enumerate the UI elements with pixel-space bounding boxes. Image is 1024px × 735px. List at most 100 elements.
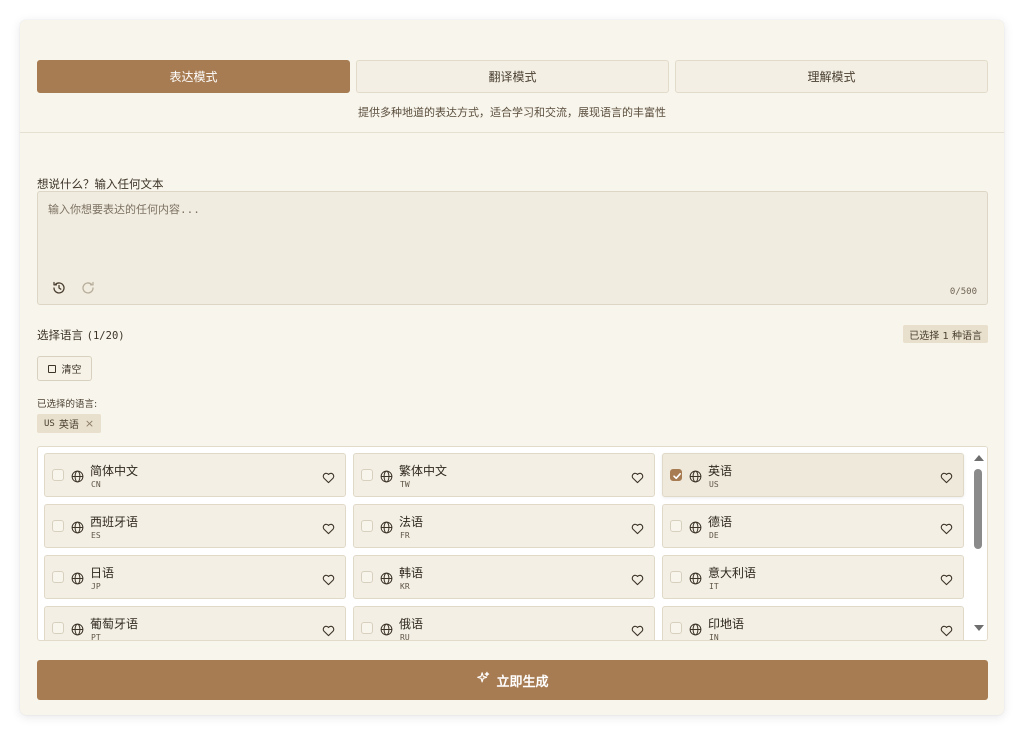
language-card[interactable]: 英语 US: [662, 453, 964, 497]
square-icon: [47, 364, 56, 373]
language-card[interactable]: 德语 DE: [662, 504, 964, 548]
language-checkbox[interactable]: [361, 571, 373, 583]
heart-icon[interactable]: [631, 469, 644, 484]
language-name: 繁体中文: [399, 464, 448, 478]
language-name: 韩语: [399, 566, 424, 580]
language-code: RU: [400, 633, 410, 641]
char-counter: 0/500: [949, 287, 977, 297]
language-checkbox[interactable]: [361, 622, 373, 634]
heart-icon[interactable]: [631, 520, 644, 535]
language-checkbox[interactable]: [52, 571, 64, 583]
language-card[interactable]: 法语 FR: [353, 504, 655, 548]
heart-icon[interactable]: [322, 622, 335, 637]
scroll-up-icon[interactable]: [974, 455, 984, 461]
heart-icon[interactable]: [322, 520, 335, 535]
language-checkbox[interactable]: [670, 469, 682, 481]
language-checkbox[interactable]: [670, 520, 682, 532]
language-name: 英语: [708, 464, 733, 478]
language-checkbox[interactable]: [52, 622, 64, 634]
globe-icon: [380, 621, 393, 636]
scrollbar[interactable]: [970, 447, 987, 640]
generate-button[interactable]: 立即生成: [37, 660, 988, 700]
language-grid: 简体中文 CN 繁体中文 TW 英语 US 西班牙语 ES 法语 FR 德语 DE 日语 JP 韩语 KR 意大…: [44, 453, 966, 641]
input-label: 想说什么？输入任何文本: [37, 177, 164, 191]
generate-button-label: 立即生成: [496, 674, 549, 690]
language-code: IT: [709, 582, 719, 591]
selected-count-badge: 已选择 1 种语言: [903, 325, 988, 343]
language-code: CN: [91, 480, 101, 489]
language-card[interactable]: 印地语 IN: [662, 606, 964, 641]
heart-icon[interactable]: [631, 622, 644, 637]
language-name: 葡萄牙语: [90, 617, 139, 631]
clear-button-label: 清空: [61, 365, 82, 376]
history-icon[interactable]: [51, 280, 67, 296]
language-card[interactable]: 葡萄牙语 PT: [44, 606, 346, 641]
language-name: 法语: [399, 515, 424, 529]
language-code: IN: [709, 633, 719, 641]
language-name: 德语: [708, 515, 733, 529]
language-code: FR: [400, 531, 410, 540]
globe-icon: [380, 468, 393, 483]
heart-icon[interactable]: [631, 571, 644, 586]
language-checkbox[interactable]: [52, 469, 64, 481]
language-card[interactable]: 简体中文 CN: [44, 453, 346, 497]
tab-translation-mode[interactable]: 翻译模式: [356, 60, 669, 93]
heart-icon[interactable]: [940, 622, 953, 637]
tab-expression-mode[interactable]: 表达模式: [37, 60, 350, 93]
language-card[interactable]: 韩语 KR: [353, 555, 655, 599]
globe-icon: [380, 519, 393, 534]
language-checkbox[interactable]: [670, 622, 682, 634]
language-code: US: [709, 480, 719, 489]
globe-icon: [689, 570, 702, 585]
globe-icon: [380, 570, 393, 585]
language-list-panel: 简体中文 CN 繁体中文 TW 英语 US 西班牙语 ES 法语 FR 德语 DE 日语 JP 韩语 KR 意大…: [37, 446, 988, 641]
mode-tabs: 表达模式 翻译模式 理解模式: [37, 60, 988, 93]
language-checkbox[interactable]: [670, 571, 682, 583]
globe-icon: [71, 468, 84, 483]
selected-language-chip: US 英语 ×: [37, 414, 102, 433]
selected-languages-label: 已选择的语言:: [37, 399, 98, 410]
language-name: 俄语: [399, 617, 424, 631]
chip-code: US: [44, 418, 55, 429]
language-card[interactable]: 日语 JP: [44, 555, 346, 599]
language-title-text: 选择语言: [37, 328, 83, 342]
language-card[interactable]: 意大利语 IT: [662, 555, 964, 599]
language-card[interactable]: 俄语 RU: [353, 606, 655, 641]
heart-icon[interactable]: [940, 469, 953, 484]
text-input[interactable]: [38, 192, 987, 272]
heart-icon[interactable]: [940, 520, 953, 535]
language-card[interactable]: 西班牙语 ES: [44, 504, 346, 548]
text-input-container: 0/500: [37, 191, 988, 305]
globe-icon: [689, 468, 702, 483]
language-checkbox[interactable]: [361, 520, 373, 532]
language-count: (1/20): [86, 330, 125, 342]
language-name: 印地语: [708, 617, 745, 631]
main-card: 表达模式 翻译模式 理解模式 提供多种地道的表达方式，适合学习和交流，展现语言的…: [20, 20, 1004, 715]
clear-button[interactable]: 清空: [37, 356, 92, 381]
language-code: KR: [400, 582, 410, 591]
language-code: TW: [400, 480, 410, 489]
scroll-thumb[interactable]: [974, 469, 982, 549]
globe-icon: [689, 621, 702, 636]
scroll-down-icon[interactable]: [974, 625, 984, 631]
globe-icon: [71, 519, 84, 534]
check-icon: [673, 473, 681, 480]
language-name: 意大利语: [708, 566, 757, 580]
remove-chip-icon[interactable]: ×: [85, 417, 94, 430]
redo-icon[interactable]: [80, 280, 96, 296]
tab-understanding-mode[interactable]: 理解模式: [675, 60, 988, 93]
language-section-title: 选择语言 (1/20): [37, 327, 125, 343]
heart-icon[interactable]: [322, 571, 335, 586]
language-code: JP: [91, 582, 101, 591]
heart-icon[interactable]: [322, 469, 335, 484]
language-card[interactable]: 繁体中文 TW: [353, 453, 655, 497]
sparkles-icon: [476, 671, 490, 689]
section-divider: [20, 132, 1004, 133]
globe-icon: [689, 519, 702, 534]
language-code: ES: [91, 531, 101, 540]
mode-description: 提供多种地道的表达方式，适合学习和交流，展现语言的丰富性: [358, 106, 666, 119]
language-code: PT: [91, 633, 101, 641]
language-checkbox[interactable]: [361, 469, 373, 481]
heart-icon[interactable]: [940, 571, 953, 586]
language-checkbox[interactable]: [52, 520, 64, 532]
